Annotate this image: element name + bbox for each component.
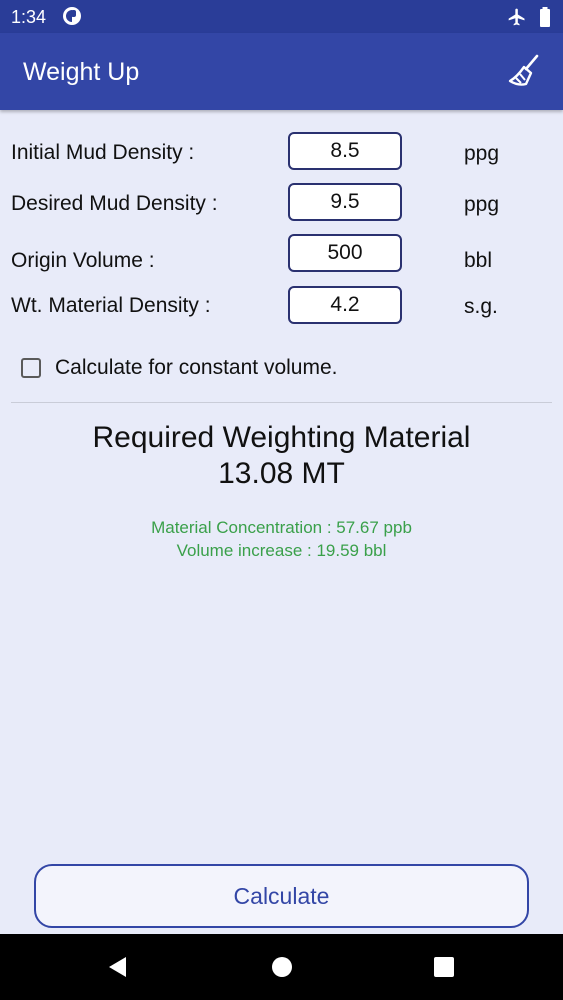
app-title: Weight Up: [23, 58, 140, 86]
app-indicator-icon: [63, 7, 81, 25]
wt-material-density-label: Wt. Material Density :: [11, 294, 211, 317]
result-title: Required Weighting Material: [92, 421, 471, 454]
constant-volume-label: Calculate for constant volume.: [55, 356, 338, 379]
wt-material-density-unit: s.g.: [464, 295, 498, 318]
result-value: 13.08 MT: [218, 457, 345, 490]
origin-volume-label: Origin Volume :: [11, 249, 155, 272]
back-icon[interactable]: [106, 955, 130, 979]
app-bar: Weight Up: [0, 33, 563, 110]
broom-icon: [508, 54, 539, 86]
constant-volume-option[interactable]: Calculate for constant volume.: [21, 355, 337, 381]
initial-mud-density-input[interactable]: [288, 132, 402, 170]
origin-volume-input[interactable]: [288, 234, 402, 272]
desired-mud-density-unit: ppg: [464, 193, 500, 216]
calculate-button[interactable]: Calculate: [34, 864, 529, 928]
desired-mud-density-label: Desired Mud Density :: [11, 192, 218, 215]
clear-button[interactable]: [503, 50, 545, 92]
status-bar: 1:34: [0, 0, 563, 33]
desired-mud-density-input[interactable]: [288, 183, 402, 221]
battery-icon: [540, 7, 550, 27]
home-icon[interactable]: [270, 955, 294, 979]
status-icons: [507, 7, 551, 27]
status-time: 1:34: [11, 7, 47, 27]
wt-material-density-input[interactable]: [288, 286, 402, 324]
origin-volume-unit: bbl: [464, 249, 493, 272]
constant-volume-checkbox[interactable]: [21, 358, 41, 378]
volume-increase-text: Volume increase : 19.59 bbl: [176, 541, 387, 560]
recents-icon[interactable]: [432, 955, 456, 979]
material-concentration-text: Material Concentration : 57.67 ppb: [151, 518, 412, 537]
navigation-bar: [0, 934, 563, 1000]
divider: [11, 402, 552, 403]
initial-mud-density-unit: ppg: [464, 142, 500, 165]
airplane-icon: [508, 8, 525, 26]
initial-mud-density-label: Initial Mud Density :: [11, 141, 195, 164]
